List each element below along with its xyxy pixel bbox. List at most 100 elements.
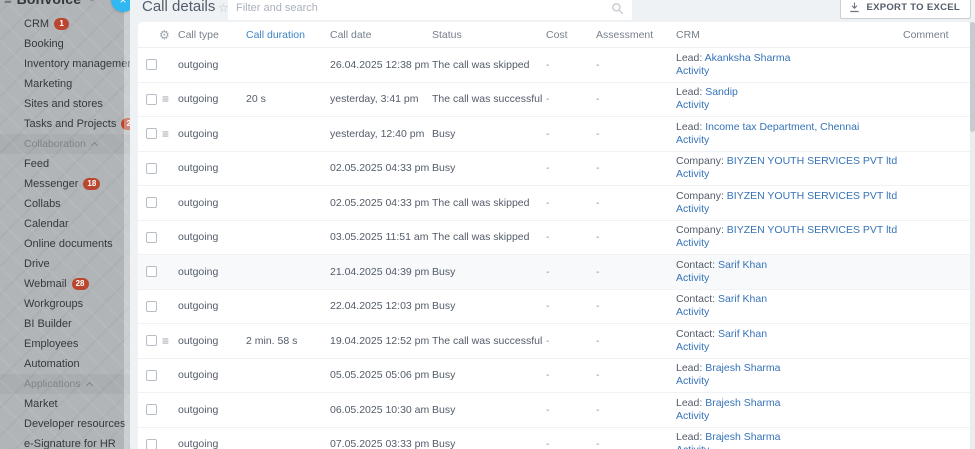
sidebar-item-feed[interactable]: Feed bbox=[0, 154, 130, 174]
column-header-status[interactable]: Status bbox=[432, 29, 546, 41]
sidebar-item-employees[interactable]: Employees bbox=[0, 334, 130, 354]
crm-activity-link[interactable]: Activity bbox=[676, 410, 709, 422]
sidebar-item-calendar[interactable]: Calendar bbox=[0, 214, 130, 234]
column-header-assessment[interactable]: Assessment bbox=[596, 29, 676, 41]
table-row[interactable]: ≡ outgoing 03.05.2025 11:51 am The call … bbox=[138, 221, 970, 255]
table-row[interactable]: ≡ outgoing 02.05.2025 04:33 pm Busy - - … bbox=[138, 152, 970, 186]
crm-activity-link[interactable]: Activity bbox=[676, 341, 709, 353]
row-checkbox[interactable] bbox=[146, 300, 157, 312]
crm-activity-link[interactable]: Activity bbox=[676, 134, 709, 146]
column-header-call-type[interactable]: Call type bbox=[178, 29, 246, 41]
page-scrollbar-thumb[interactable] bbox=[970, 22, 975, 132]
sidebar-item-drive[interactable]: Drive bbox=[0, 254, 130, 274]
row-checkbox[interactable] bbox=[146, 438, 157, 449]
crm-activity-link[interactable]: Activity bbox=[676, 65, 709, 77]
sidebar-item-e-signature-for-hr[interactable]: e-Signature for HR bbox=[0, 434, 130, 449]
sidebar-collapse-button[interactable]: × bbox=[111, 0, 130, 12]
row-checkbox[interactable] bbox=[146, 335, 157, 347]
crm-record-link[interactable]: BIYZEN YOUTH SERVICES PVT ltd bbox=[727, 190, 897, 202]
crm-activity-link[interactable]: Activity bbox=[676, 203, 709, 215]
sidebar-section-collaboration[interactable]: Collaboration bbox=[0, 134, 130, 154]
filter-search-input[interactable] bbox=[236, 2, 611, 14]
call-type-cell: outgoing bbox=[178, 300, 219, 313]
table-row[interactable]: ≡ outgoing 05.05.2025 05:06 pm Busy - - … bbox=[138, 359, 970, 393]
crm-activity-link[interactable]: Activity bbox=[676, 306, 709, 318]
row-checkbox[interactable] bbox=[146, 59, 157, 71]
crm-entity-type: Contact: bbox=[676, 327, 716, 340]
grid-settings-gear-icon[interactable]: ⚙ bbox=[159, 28, 170, 42]
crm-activity-link[interactable]: Activity bbox=[676, 375, 709, 387]
crm-record-link[interactable]: Sarif Khan bbox=[718, 328, 767, 340]
table-row[interactable]: ≡ outgoing 07.05.2025 03:33 pm Busy - - … bbox=[138, 428, 970, 449]
column-header-cost[interactable]: Cost bbox=[546, 29, 596, 41]
crm-record-link[interactable]: Brajesh Sharma bbox=[705, 362, 780, 374]
edit-pencil-icon[interactable]: ✎ bbox=[86, 0, 94, 5]
sidebar-item-developer-resources[interactable]: Developer resources bbox=[0, 414, 130, 434]
table-row[interactable]: ≡ outgoing 06.05.2025 10:30 am Busy - - … bbox=[138, 393, 970, 428]
search-icon[interactable] bbox=[611, 2, 624, 15]
crm-record-link[interactable]: BIYZEN YOUTH SERVICES PVT ltd bbox=[727, 155, 897, 167]
table-row[interactable]: ≡ outgoing 22.04.2025 12:03 pm Busy - - … bbox=[138, 290, 970, 324]
table-row[interactable]: ≡ outgoing yesterday, 12:40 pm Busy - - … bbox=[138, 117, 970, 152]
column-header-call-duration[interactable]: Call duration bbox=[246, 29, 330, 41]
call-date-cell: 03.05.2025 11:51 am bbox=[330, 231, 429, 244]
sidebar-item-sites-and-stores[interactable]: Sites and stores bbox=[0, 94, 130, 114]
page-scrollbar[interactable] bbox=[970, 22, 975, 449]
crm-record-link[interactable]: Brajesh Sharma bbox=[705, 397, 780, 409]
crm-record-link[interactable]: BIYZEN YOUTH SERVICES PVT ltd bbox=[727, 224, 897, 236]
table-row[interactable]: ≡ outgoing 20 s yesterday, 3:41 pm The c… bbox=[138, 83, 970, 117]
sidebar-item-automation[interactable]: Automation bbox=[0, 354, 130, 374]
row-checkbox[interactable] bbox=[146, 162, 157, 174]
row-checkbox[interactable] bbox=[146, 128, 157, 140]
sidebar-item-booking[interactable]: Booking bbox=[0, 34, 130, 54]
table-row[interactable]: ≡ outgoing 26.04.2025 12:38 pm The call … bbox=[138, 48, 970, 83]
sidebar-item-market[interactable]: Market bbox=[0, 394, 130, 414]
crm-record-link[interactable]: Akanksha Sharma bbox=[705, 52, 791, 64]
row-menu-icon[interactable]: ≡ bbox=[162, 335, 169, 347]
crm-activity-link[interactable]: Activity bbox=[676, 168, 709, 180]
crm-activity-link[interactable]: Activity bbox=[676, 272, 709, 284]
sidebar-item-tasks-and-projects[interactable]: Tasks and Projects 2 bbox=[0, 114, 130, 134]
status-cell: Busy bbox=[432, 127, 456, 140]
table-row[interactable]: ≡ outgoing 02.05.2025 04:33 pm The call … bbox=[138, 186, 970, 221]
table-row[interactable]: ≡ outgoing 2 min. 58 s 19.04.2025 12:52 … bbox=[138, 324, 970, 359]
row-tools-cell: ≡ bbox=[138, 428, 178, 449]
sidebar-item-inventory-management[interactable]: Inventory management bbox=[0, 54, 130, 74]
call-type-cell: outgoing bbox=[178, 334, 219, 347]
crm-activity-link[interactable]: Activity bbox=[676, 444, 709, 449]
sidebar-section-applications[interactable]: Applications bbox=[0, 374, 130, 394]
row-checkbox[interactable] bbox=[146, 93, 157, 105]
sidebar-item-marketing[interactable]: Marketing bbox=[0, 74, 130, 94]
crm-record-link[interactable]: Sarif Khan bbox=[718, 259, 767, 271]
sidebar-item-workgroups[interactable]: Workgroups bbox=[0, 294, 130, 314]
call-date-cell: 22.04.2025 12:03 pm bbox=[330, 300, 430, 313]
crm-activity-link[interactable]: Activity bbox=[676, 237, 709, 249]
row-checkbox[interactable] bbox=[146, 266, 157, 278]
sidebar-item-online-documents[interactable]: Online documents bbox=[0, 234, 130, 254]
row-checkbox[interactable] bbox=[146, 404, 157, 416]
menu-burger-icon[interactable]: ≡ bbox=[4, 0, 12, 7]
row-checkbox[interactable] bbox=[146, 197, 157, 209]
grid-settings-cell: ⚙ bbox=[138, 28, 178, 42]
crm-activity-link[interactable]: Activity bbox=[676, 99, 709, 111]
crm-record-link[interactable]: Sarif Khan bbox=[718, 293, 767, 305]
column-header-comment[interactable]: Comment bbox=[903, 29, 970, 41]
row-checkbox[interactable] bbox=[146, 369, 157, 381]
column-header-crm[interactable]: CRM bbox=[676, 29, 903, 41]
row-menu-icon[interactable]: ≡ bbox=[162, 128, 169, 140]
status-cell: The call was successful bbox=[432, 93, 543, 106]
sidebar-item-crm[interactable]: CRM 1 bbox=[0, 14, 130, 34]
crm-record-link[interactable]: Income tax Department, Chennai bbox=[705, 121, 859, 133]
sidebar-item-bi-builder[interactable]: BI Builder bbox=[0, 314, 130, 334]
table-row[interactable]: ≡ outgoing 21.04.2025 04:39 pm Busy - - … bbox=[138, 255, 970, 290]
sidebar-item-messenger[interactable]: Messenger 18 bbox=[0, 174, 130, 194]
crm-record-link[interactable]: Brajesh Sharma bbox=[705, 431, 780, 443]
row-menu-icon[interactable]: ≡ bbox=[162, 93, 169, 105]
row-checkbox[interactable] bbox=[146, 231, 157, 243]
sidebar-item-collabs[interactable]: Collabs bbox=[0, 194, 130, 214]
sidebar-item-webmail[interactable]: Webmail 28 bbox=[0, 274, 130, 294]
crm-entity-type: Lead: bbox=[676, 362, 703, 375]
crm-record-link[interactable]: Sandip bbox=[705, 86, 738, 98]
column-header-call-date[interactable]: Call date bbox=[330, 29, 432, 41]
export-to-excel-button[interactable]: EXPORT TO EXCEL bbox=[840, 0, 971, 19]
